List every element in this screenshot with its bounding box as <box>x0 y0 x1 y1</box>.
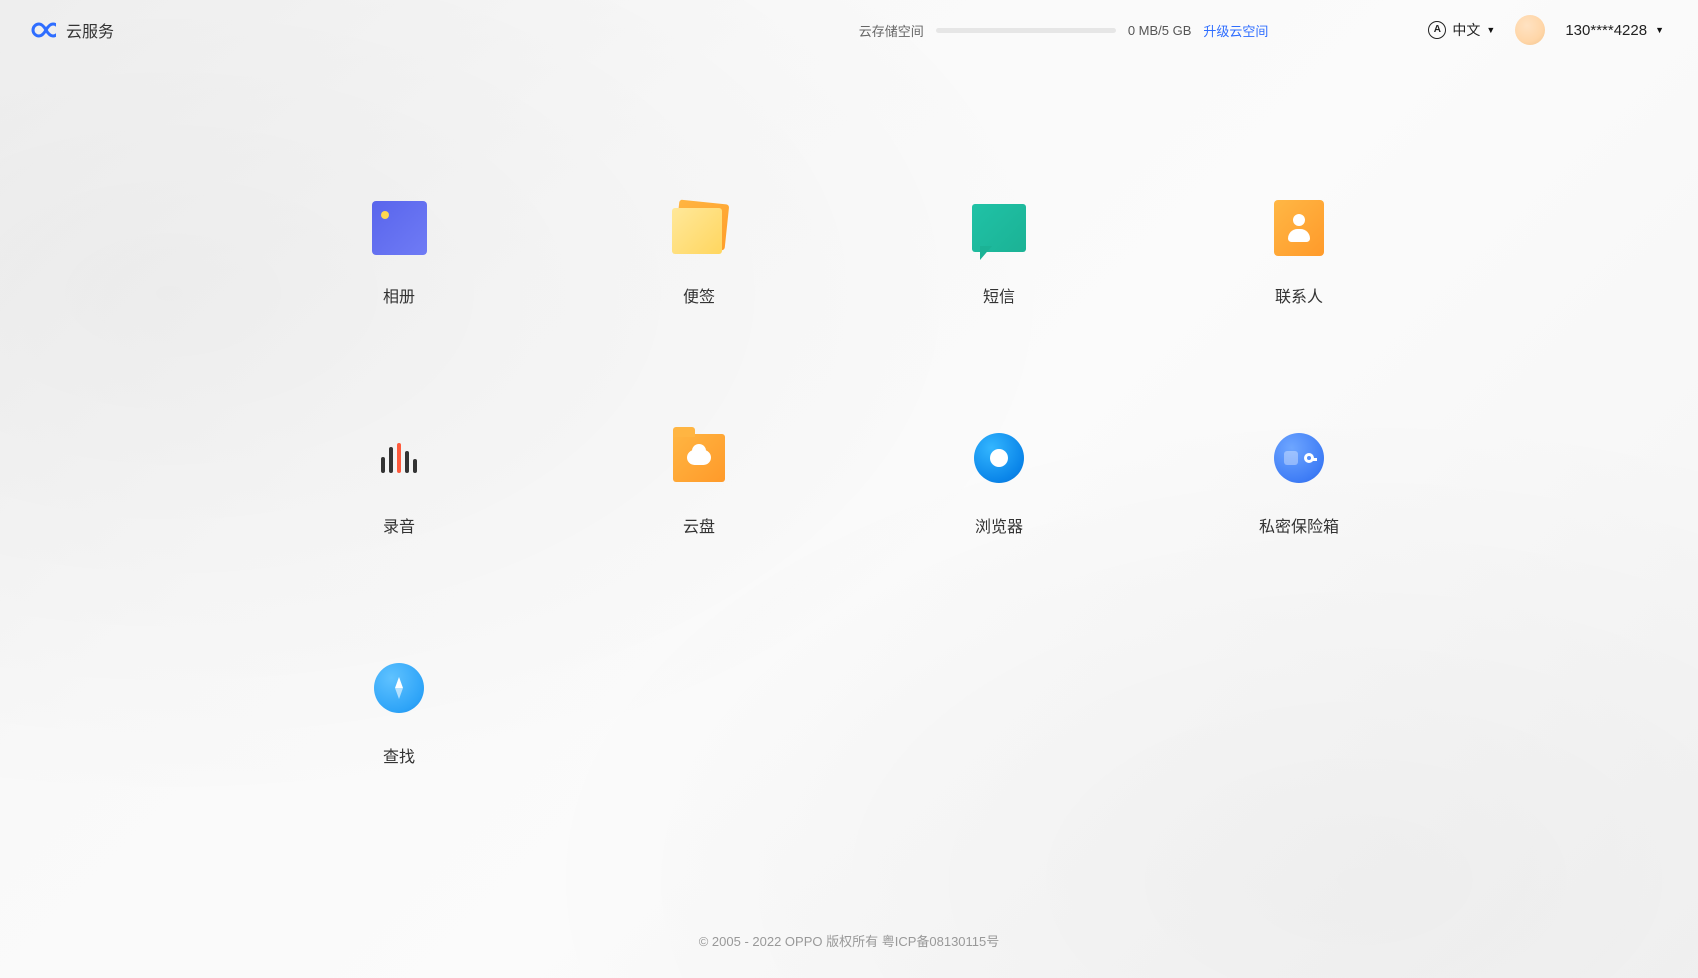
upgrade-link[interactable]: 升级云空间 <box>1203 21 1268 40</box>
tile-browser[interactable]: 浏览器 <box>849 430 1149 660</box>
footer-copyright: © 2005 - 2022 OPPO 版权所有 粤ICP备08130115号 <box>0 931 1698 950</box>
tile-notes[interactable]: 便签 <box>549 200 849 430</box>
tile-find[interactable]: 查找 <box>249 660 549 890</box>
user-display: 130****4228 <box>1565 22 1647 39</box>
tile-contacts[interactable]: 联系人 <box>1149 200 1449 430</box>
storage-label: 云存储空间 <box>859 21 924 40</box>
tile-label: 相册 <box>383 283 415 307</box>
storage-status: 云存储空间 0 MB/5 GB 升级云空间 <box>859 21 1269 40</box>
storage-value: 0 MB/5 GB <box>1128 23 1192 38</box>
sms-icon <box>972 204 1026 252</box>
tile-label: 短信 <box>983 283 1015 307</box>
caret-down-icon: ▼ <box>1655 25 1664 35</box>
caret-down-icon: ▼ <box>1486 25 1495 35</box>
main-stage: 相册 便签 短信 联系人 录音 云盘 浏览器 私密保险箱 <box>0 60 1698 978</box>
cloud-folder-icon <box>673 434 725 482</box>
tile-sms[interactable]: 短信 <box>849 200 1149 430</box>
tile-record[interactable]: 录音 <box>249 430 549 660</box>
tile-label: 查找 <box>383 743 415 767</box>
brand-title: 云服务 <box>66 18 114 42</box>
vault-icon <box>1274 433 1324 483</box>
infinity-logo-icon <box>26 20 56 40</box>
tile-label: 云盘 <box>683 513 715 537</box>
tile-label: 录音 <box>383 513 415 537</box>
tile-photos[interactable]: 相册 <box>249 200 549 430</box>
tile-label: 联系人 <box>1275 283 1323 307</box>
storage-bar <box>936 28 1116 33</box>
app-header: 云服务 云存储空间 0 MB/5 GB 升级云空间 A 中文 ▼ 130****… <box>0 0 1698 60</box>
tile-label: 私密保险箱 <box>1259 513 1339 537</box>
app-grid: 相册 便签 短信 联系人 录音 云盘 浏览器 私密保险箱 <box>249 200 1449 978</box>
accessibility-icon: A <box>1428 21 1446 39</box>
photos-icon <box>372 201 427 255</box>
tile-label: 便签 <box>683 283 715 307</box>
tile-label: 浏览器 <box>975 513 1023 537</box>
brand-block[interactable]: 云服务 <box>26 18 114 42</box>
language-switcher[interactable]: A 中文 ▼ <box>1428 20 1495 40</box>
language-label: 中文 <box>1452 20 1480 40</box>
record-icon <box>381 443 417 473</box>
user-menu[interactable]: 130****4228 ▼ <box>1565 22 1664 39</box>
tile-cloud[interactable]: 云盘 <box>549 430 849 660</box>
contacts-icon <box>1274 200 1324 256</box>
avatar[interactable] <box>1515 15 1545 45</box>
browser-icon <box>974 433 1024 483</box>
notes-icon <box>672 202 727 254</box>
find-icon <box>374 663 424 713</box>
tile-vault[interactable]: 私密保险箱 <box>1149 430 1449 660</box>
